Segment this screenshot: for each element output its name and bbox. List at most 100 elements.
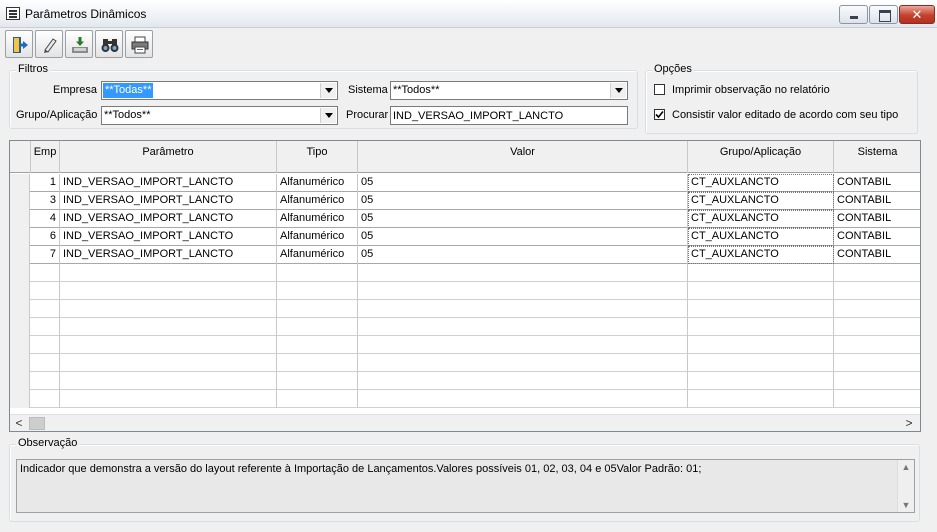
scroll-left-icon[interactable]: < <box>11 416 27 431</box>
cell-tipo[interactable]: Alfanumérico <box>277 192 358 210</box>
cell-parametro[interactable] <box>60 264 277 282</box>
cell-valor[interactable] <box>358 354 688 372</box>
cell-tipo[interactable]: Alfanumérico <box>277 228 358 246</box>
row-indicator[interactable] <box>10 246 30 264</box>
search-button[interactable] <box>95 30 123 58</box>
cell-sistema[interactable] <box>834 264 920 282</box>
cell-emp[interactable] <box>31 336 60 354</box>
cell-sistema[interactable]: CONTABIL <box>834 210 920 228</box>
row-indicator[interactable] <box>10 264 30 282</box>
cell-emp[interactable]: 3 <box>31 192 60 210</box>
app-icon[interactable] <box>6 7 20 20</box>
row-indicator[interactable] <box>10 354 30 372</box>
cell-sistema[interactable]: CONTABIL <box>834 246 920 264</box>
exit-button[interactable] <box>5 30 33 58</box>
grupo-select[interactable]: **Todos** <box>101 106 338 125</box>
column-header-valor[interactable]: Valor <box>358 141 688 173</box>
chevron-down-icon[interactable] <box>320 83 336 98</box>
sistema-select[interactable]: **Todos** <box>390 81 628 100</box>
column-header-tipo[interactable]: Tipo <box>277 141 358 173</box>
cell-valor[interactable] <box>358 300 688 318</box>
cell-valor[interactable]: 05 <box>358 174 688 192</box>
edit-button[interactable] <box>35 30 63 58</box>
cell-grupo[interactable] <box>688 318 834 336</box>
maximize-button[interactable] <box>869 5 898 24</box>
vertical-scrollbar[interactable]: ▲ ▼ <box>897 460 914 512</box>
cell-tipo[interactable] <box>277 300 358 318</box>
table-row[interactable]: 7 IND_VERSAO_IMPORT_LANCTO Alfanumérico 05 C… <box>10 246 920 264</box>
cell-valor[interactable] <box>358 282 688 300</box>
cell-parametro[interactable] <box>60 300 277 318</box>
cell-valor[interactable] <box>358 372 688 390</box>
cell-parametro[interactable]: IND_VERSAO_IMPORT_LANCTO <box>60 246 277 264</box>
cell-parametro[interactable]: IND_VERSAO_IMPORT_LANCTO <box>60 192 277 210</box>
print-button[interactable] <box>125 30 153 58</box>
close-button[interactable]: ✕ <box>899 5 935 24</box>
cell-grupo[interactable]: CT_AUXLANCTO <box>688 192 834 210</box>
empty-row[interactable] <box>10 336 920 354</box>
cell-sistema[interactable] <box>834 336 920 354</box>
cell-sistema[interactable] <box>834 300 920 318</box>
cell-grupo[interactable]: CT_AUXLANCTO <box>688 246 834 264</box>
consistir-checkbox[interactable] <box>654 109 665 120</box>
cell-parametro[interactable] <box>60 282 277 300</box>
cell-emp[interactable] <box>31 318 60 336</box>
cell-parametro[interactable] <box>60 318 277 336</box>
cell-emp[interactable]: 6 <box>31 228 60 246</box>
cell-emp[interactable] <box>31 390 60 408</box>
row-indicator[interactable] <box>10 228 30 246</box>
horizontal-scrollbar[interactable]: < > <box>10 414 920 431</box>
row-indicator[interactable] <box>10 300 30 318</box>
column-header-grupo[interactable]: Grupo/Aplicação <box>688 141 834 173</box>
row-indicator[interactable] <box>10 192 30 210</box>
empty-row[interactable] <box>10 354 920 372</box>
observacao-textarea[interactable]: Indicador que demonstra a versão do layo… <box>16 459 915 513</box>
cell-parametro[interactable] <box>60 390 277 408</box>
cell-sistema[interactable]: CONTABIL <box>834 192 920 210</box>
chevron-down-icon[interactable] <box>320 108 336 123</box>
procurar-input[interactable] <box>391 107 627 124</box>
row-indicator[interactable] <box>10 174 30 192</box>
minimize-button[interactable] <box>839 5 868 24</box>
cell-tipo[interactable] <box>277 282 358 300</box>
cell-parametro[interactable]: IND_VERSAO_IMPORT_LANCTO <box>60 228 277 246</box>
table-row[interactable]: 1 IND_VERSAO_IMPORT_LANCTO Alfanumérico 05 C… <box>10 174 920 192</box>
consistir-label[interactable]: Consistir valor editado de acordo com se… <box>672 109 898 121</box>
empty-row[interactable] <box>10 318 920 336</box>
cell-parametro[interactable] <box>60 372 277 390</box>
cell-sistema[interactable]: CONTABIL <box>834 228 920 246</box>
cell-parametro[interactable] <box>60 354 277 372</box>
cell-grupo[interactable]: CT_AUXLANCTO <box>688 174 834 192</box>
cell-emp[interactable] <box>31 264 60 282</box>
row-indicator[interactable] <box>10 282 30 300</box>
scroll-right-icon[interactable]: > <box>901 416 917 431</box>
cell-valor[interactable] <box>358 336 688 354</box>
empty-row[interactable] <box>10 300 920 318</box>
imprimir-label[interactable]: Imprimir observação no relatório <box>672 84 830 96</box>
cell-emp[interactable]: 7 <box>31 246 60 264</box>
empty-row[interactable] <box>10 264 920 282</box>
cell-tipo[interactable]: Alfanumérico <box>277 210 358 228</box>
cell-grupo[interactable]: CT_AUXLANCTO <box>688 228 834 246</box>
cell-grupo[interactable] <box>688 354 834 372</box>
row-indicator[interactable] <box>10 210 30 228</box>
cell-sistema[interactable] <box>834 354 920 372</box>
column-header-emp[interactable]: Emp <box>31 141 60 173</box>
scroll-up-icon[interactable]: ▲ <box>898 462 914 472</box>
row-indicator[interactable] <box>10 372 30 390</box>
export-button[interactable] <box>65 30 93 58</box>
cell-parametro[interactable]: IND_VERSAO_IMPORT_LANCTO <box>60 174 277 192</box>
cell-sistema[interactable] <box>834 372 920 390</box>
cell-tipo[interactable] <box>277 264 358 282</box>
cell-emp[interactable]: 4 <box>31 210 60 228</box>
cell-grupo[interactable] <box>688 372 834 390</box>
cell-tipo[interactable] <box>277 390 358 408</box>
cell-valor[interactable]: 05 <box>358 210 688 228</box>
procurar-input-box[interactable] <box>390 106 628 125</box>
empty-row[interactable] <box>10 390 920 408</box>
cell-tipo[interactable] <box>277 354 358 372</box>
cell-parametro[interactable]: IND_VERSAO_IMPORT_LANCTO <box>60 210 277 228</box>
scroll-down-icon[interactable]: ▼ <box>898 500 914 510</box>
cell-parametro[interactable] <box>60 336 277 354</box>
empresa-select[interactable]: **Todas** <box>101 81 338 100</box>
